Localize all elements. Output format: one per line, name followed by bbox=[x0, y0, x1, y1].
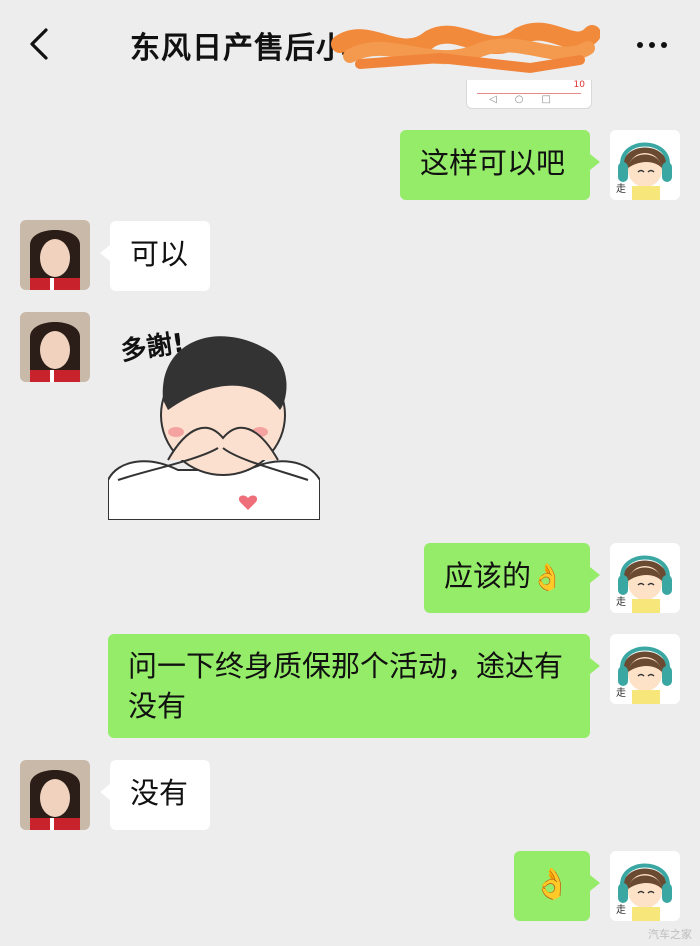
chat-header: 东风日产售后小 bbox=[0, 0, 700, 90]
contact-photo-icon bbox=[20, 312, 90, 382]
svg-text:走: 走 bbox=[616, 183, 626, 195]
watermark: 汽车之家 bbox=[648, 928, 692, 941]
screenshot-number: 10 bbox=[573, 80, 585, 90]
svg-text:走: 走 bbox=[616, 904, 626, 916]
headphone-girl-avatar-icon: 走 bbox=[610, 634, 680, 704]
svg-text:走: 走 bbox=[616, 596, 626, 608]
my-avatar[interactable]: 走 bbox=[610, 634, 680, 704]
message-text: 这样可以吧 bbox=[420, 146, 566, 180]
headphone-girl-avatar-icon: 走 bbox=[610, 543, 680, 613]
contact-photo-icon bbox=[20, 220, 90, 290]
contact-avatar[interactable] bbox=[20, 312, 90, 382]
ok-hand-emoji: 👌 bbox=[531, 563, 564, 593]
my-avatar[interactable]: 走 bbox=[610, 543, 680, 613]
man-covering-face-thanks-sticker[interactable]: 多謝! bbox=[108, 320, 320, 520]
back-arrow-icon[interactable] bbox=[22, 24, 62, 64]
headphone-girl-avatar-icon: 走 bbox=[610, 130, 680, 200]
contact-avatar[interactable] bbox=[20, 760, 90, 830]
svg-text:走: 走 bbox=[616, 687, 626, 699]
message-bubble-me[interactable]: 👌 bbox=[514, 851, 600, 921]
message-bubble-me[interactable]: 这样可以吧 bbox=[400, 130, 600, 200]
more-options-icon[interactable] bbox=[632, 30, 672, 60]
message-text: 可以 bbox=[130, 237, 189, 271]
headphone-girl-avatar-icon: 走 bbox=[610, 851, 680, 921]
message-bubble-other[interactable]: 没有 bbox=[100, 760, 210, 830]
screenshot-nav-icons: ◁○□ bbox=[489, 94, 569, 105]
message-text: 没有 bbox=[130, 776, 189, 810]
message-bubble-other[interactable]: 可以 bbox=[100, 221, 210, 291]
contact-photo-icon bbox=[20, 760, 90, 830]
message-bubble-me[interactable]: 问一下终身质保那个活动，途达有没有 bbox=[108, 634, 600, 738]
message-text: 应该的 bbox=[444, 559, 532, 593]
ok-hand-emoji: 👌 bbox=[533, 867, 571, 902]
redaction-scribble bbox=[331, 22, 600, 74]
shared-screenshot-thumbnail[interactable]: 10 ◁○□ bbox=[466, 80, 592, 109]
my-avatar[interactable]: 走 bbox=[610, 851, 680, 921]
contact-avatar[interactable] bbox=[20, 220, 90, 290]
message-bubble-me[interactable]: 应该的👌 bbox=[424, 543, 600, 613]
my-avatar[interactable]: 走 bbox=[610, 130, 680, 200]
message-text: 问一下终身质保那个活动，途达有没有 bbox=[128, 649, 564, 723]
